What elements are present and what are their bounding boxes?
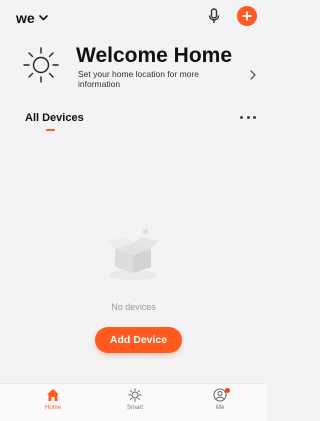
more-dot <box>246 115 250 119</box>
home-icon <box>47 389 59 401</box>
welcome-subtitle: Set your home location for more informat… <box>78 69 199 89</box>
tab-all-devices[interactable]: All Devices <box>25 112 84 124</box>
welcome-card[interactable]: Welcome Home Set your home location for … <box>16 42 256 96</box>
nav-item-smart[interactable]: Smart <box>105 388 165 420</box>
welcome-title: Welcome Home <box>76 44 232 67</box>
nav-item-home[interactable]: Home <box>23 388 83 420</box>
add-button[interactable] <box>237 6 257 26</box>
add-device-button[interactable]: Add Device <box>95 327 182 353</box>
smart-sun-icon <box>128 388 142 402</box>
top-bar: we <box>0 0 267 34</box>
notification-badge <box>225 388 230 393</box>
microphone-icon <box>208 8 220 23</box>
empty-state-text: No devices <box>111 302 156 312</box>
more-dot <box>253 115 256 119</box>
home-name: we <box>16 10 35 26</box>
chevron-down-icon <box>38 15 48 21</box>
home-selector[interactable]: we <box>16 10 48 26</box>
nav-item-me[interactable]: Me <box>190 388 250 420</box>
devices-header: All Devices <box>0 110 267 136</box>
sun-icon <box>23 47 59 83</box>
more-horizontal-icon <box>240 115 243 119</box>
nav-label-home: Home <box>44 405 61 411</box>
active-tab-indicator <box>46 129 55 131</box>
nav-label-smart: Smart <box>126 405 143 411</box>
empty-box-icon <box>108 229 158 280</box>
more-options-button[interactable] <box>240 112 256 122</box>
plus-icon <box>242 11 252 21</box>
microphone-button[interactable] <box>206 7 222 25</box>
chevron-right-icon <box>250 70 256 80</box>
nav-label-me: Me <box>215 405 225 411</box>
bottom-navigation: Home Smart Me <box>0 383 267 421</box>
